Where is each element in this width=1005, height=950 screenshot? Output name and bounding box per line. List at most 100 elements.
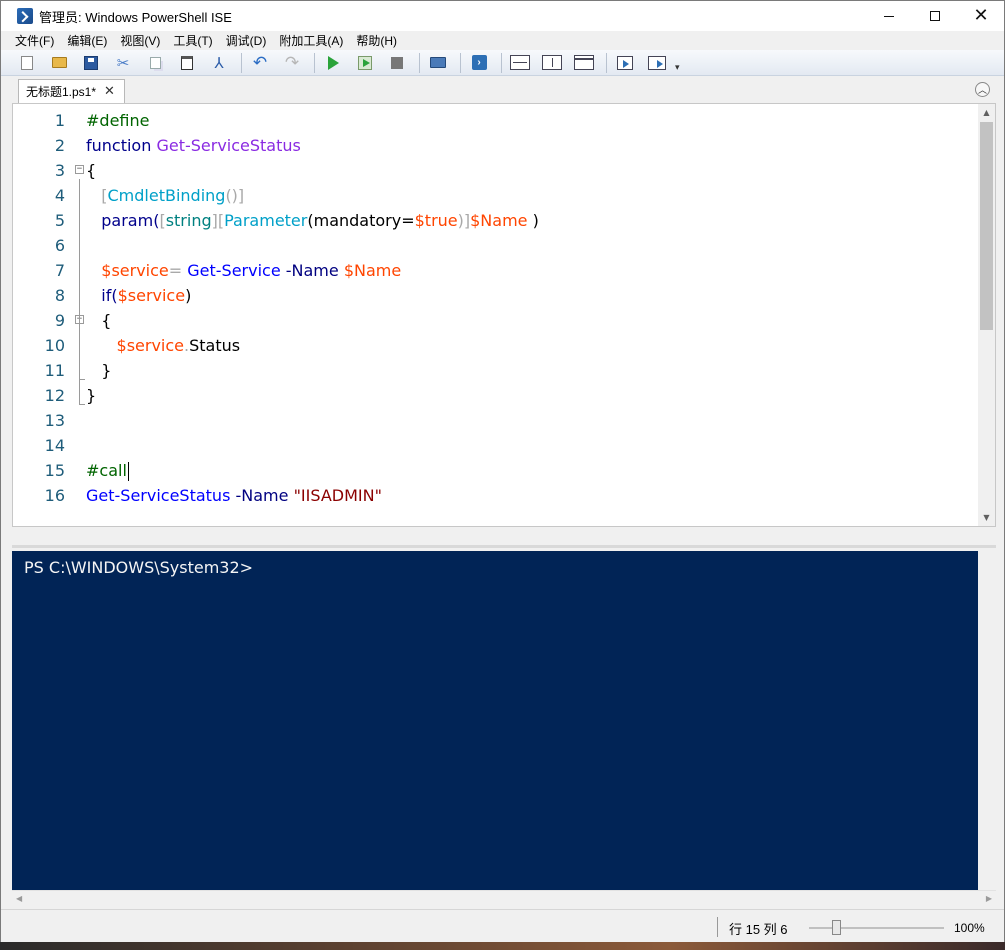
code-token: -Name bbox=[280, 261, 344, 280]
code-token: = bbox=[168, 261, 188, 280]
menu-view[interactable]: 视图(V) bbox=[120, 32, 160, 49]
minimize-button[interactable] bbox=[866, 1, 912, 31]
menu-addons[interactable]: 附加工具(A) bbox=[279, 32, 343, 49]
menu-edit[interactable]: 编辑(E) bbox=[67, 32, 107, 49]
tab-untitled1[interactable]: 无标题1.ps1* ✕ bbox=[18, 79, 125, 103]
show-script-pane-button[interactable] bbox=[613, 52, 637, 74]
line-number: 5 bbox=[54, 211, 65, 230]
code-token: Get-ServiceStatus bbox=[86, 486, 231, 505]
code-text: if($service) bbox=[86, 283, 191, 308]
copy-icon bbox=[149, 56, 161, 69]
start-powershell-button[interactable]: › bbox=[467, 52, 491, 74]
layout-maximized-icon bbox=[574, 55, 594, 70]
splitter-grip[interactable] bbox=[12, 545, 996, 548]
menu-file[interactable]: 文件(F) bbox=[15, 32, 54, 49]
save-icon bbox=[84, 55, 98, 70]
scroll-right-icon[interactable]: ▶ bbox=[986, 891, 992, 907]
layout-top-button[interactable] bbox=[508, 52, 532, 74]
line-number: 1 bbox=[54, 111, 65, 130]
powershell-icon: › bbox=[471, 55, 487, 70]
line-number: 4 bbox=[54, 186, 65, 205]
paste-icon bbox=[181, 55, 193, 70]
cut-button[interactable]: ✂ bbox=[111, 52, 135, 74]
new-script-button[interactable] bbox=[15, 52, 39, 74]
maximize-button[interactable] bbox=[912, 1, 958, 31]
fold-end bbox=[79, 404, 85, 405]
menu-debug[interactable]: 调试(D) bbox=[226, 32, 267, 49]
show-command-addon-button[interactable] bbox=[645, 52, 669, 74]
code-line[interactable]: 14 bbox=[13, 433, 973, 458]
line-number: 10 bbox=[44, 336, 65, 355]
code-line[interactable]: 7 $service= Get-Service -Name $Name bbox=[13, 258, 973, 283]
console-vertical-scrollbar[interactable] bbox=[978, 551, 996, 890]
menu-bar: 文件(F) 编辑(E) 视图(V) 工具(T) 调试(D) 附加工具(A) 帮助… bbox=[1, 31, 1004, 50]
redo-button[interactable]: ↷ bbox=[280, 52, 304, 74]
zoom-slider-track[interactable] bbox=[809, 927, 944, 929]
toolbar-separator bbox=[241, 52, 242, 73]
line-number: 16 bbox=[44, 486, 65, 505]
code-line[interactable]: 8 if($service) bbox=[13, 283, 973, 308]
scroll-up-icon[interactable]: ▲ bbox=[978, 104, 995, 121]
layout-right-button[interactable] bbox=[540, 52, 564, 74]
pane-splitter[interactable] bbox=[12, 527, 996, 549]
cursor-position: 行 15 列 6 bbox=[729, 922, 788, 937]
line-number: 2 bbox=[54, 136, 65, 155]
close-icon: ✕ bbox=[973, 5, 989, 26]
remote-powershell-icon bbox=[430, 57, 446, 68]
layout-maximized-button[interactable] bbox=[572, 52, 596, 74]
scroll-down-icon[interactable]: ▼ bbox=[978, 509, 995, 526]
clear-console-button[interactable]: ⅄ bbox=[207, 52, 231, 74]
menu-help[interactable]: 帮助(H) bbox=[356, 32, 397, 49]
console-pane[interactable]: PS C:\WINDOWS\System32> bbox=[12, 551, 978, 890]
save-script-button[interactable] bbox=[79, 52, 103, 74]
code-line[interactable]: 13 bbox=[13, 408, 973, 433]
code-line[interactable]: 3 −{ bbox=[13, 158, 973, 183]
chevron-up-icon: ︿ bbox=[977, 86, 987, 96]
run-script-button[interactable] bbox=[321, 52, 345, 74]
paste-button[interactable] bbox=[175, 52, 199, 74]
customize-toolbar-icon[interactable]: ▾ bbox=[675, 63, 680, 73]
scroll-thumb[interactable] bbox=[980, 122, 993, 330]
fold-toggle-icon[interactable]: − bbox=[75, 165, 84, 174]
run-selection-button[interactable] bbox=[353, 52, 377, 74]
open-script-button[interactable] bbox=[47, 52, 71, 74]
code-line[interactable]: 6 bbox=[13, 233, 973, 258]
window-controls: ✕ bbox=[866, 1, 1004, 31]
code-token: ) bbox=[185, 286, 192, 305]
script-tab-strip: 无标题1.ps1* ✕ ︿ bbox=[1, 76, 1004, 103]
zoom-slider-thumb[interactable] bbox=[832, 920, 841, 935]
toolbar-separator bbox=[314, 52, 315, 73]
code-line[interactable]: 10 $service.Status bbox=[13, 333, 973, 358]
undo-button[interactable]: ↶ bbox=[248, 52, 272, 74]
toolbar-separator bbox=[419, 52, 420, 73]
script-editor[interactable]: 1 #define 2 function Get-ServiceStatus 3−{4 … bbox=[12, 103, 996, 527]
code-text: $service.Status bbox=[86, 333, 241, 358]
code-line[interactable]: 5 param([string][Parameter(mandatory=$tr… bbox=[13, 208, 973, 233]
code-line[interactable]: 16 Get-ServiceStatus -Name "IISADMIN" bbox=[13, 483, 973, 508]
toolbar-separator bbox=[606, 52, 607, 73]
stop-operation-button[interactable] bbox=[385, 52, 409, 74]
redo-icon: ↷ bbox=[284, 52, 300, 73]
code-text: #define bbox=[86, 108, 149, 133]
code-line[interactable]: 4 [CmdletBinding()] bbox=[13, 183, 973, 208]
code-token: #call bbox=[86, 461, 127, 480]
code-line[interactable]: 12} bbox=[13, 383, 973, 408]
code-line[interactable]: 1 #define bbox=[13, 108, 973, 133]
collapse-script-pane-button[interactable]: ︿ bbox=[975, 82, 990, 97]
code-token: param( bbox=[86, 211, 160, 230]
code-line[interactable]: 11 } bbox=[13, 358, 973, 383]
console-horizontal-scrollbar[interactable]: ◀ ▶ bbox=[12, 890, 996, 907]
editor-vertical-scrollbar[interactable]: ▲ ▼ bbox=[978, 104, 995, 526]
close-button[interactable]: ✕ bbox=[958, 1, 1004, 31]
title-bar[interactable]: 管理员: Windows PowerShell ISE ✕ bbox=[1, 1, 1004, 31]
toolbar: ✂ ⅄ ↶ ↷ › ▾ bbox=[1, 50, 1004, 76]
tab-close-icon[interactable]: ✕ bbox=[104, 84, 115, 99]
code-line[interactable]: 15 #call bbox=[13, 458, 973, 483]
copy-button[interactable] bbox=[143, 52, 167, 74]
code-token: $service bbox=[86, 261, 169, 280]
code-line[interactable]: 2 function Get-ServiceStatus bbox=[13, 133, 973, 158]
new-remote-tab-button[interactable] bbox=[426, 52, 450, 74]
scroll-left-icon[interactable]: ◀ bbox=[16, 891, 22, 907]
menu-tools[interactable]: 工具(T) bbox=[173, 32, 212, 49]
code-line[interactable]: 9− { bbox=[13, 308, 973, 333]
